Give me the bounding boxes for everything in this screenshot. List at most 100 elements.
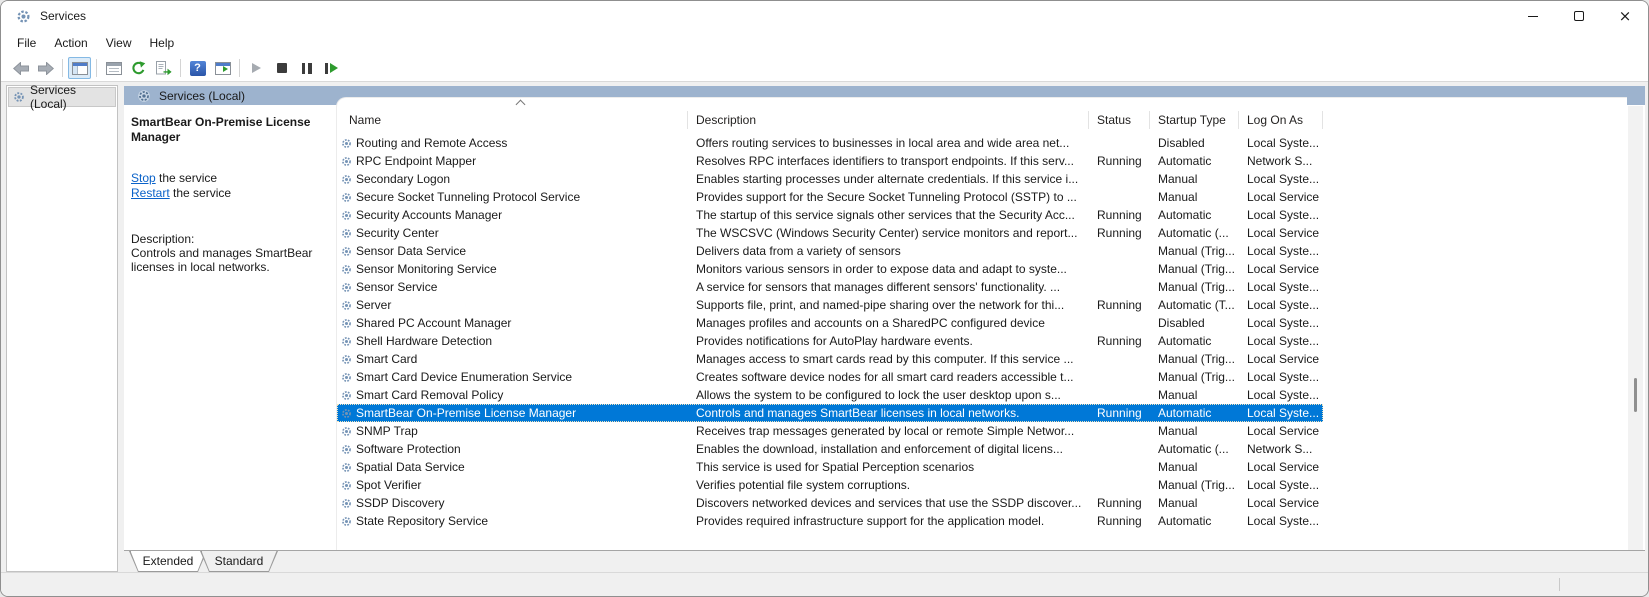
- column-header-description[interactable]: Description: [688, 111, 1089, 129]
- service-name-cell: Shell Hardware Detection: [337, 332, 688, 350]
- service-name: Sensor Service: [356, 280, 438, 294]
- service-description: Verifies potential file system corruptio…: [696, 478, 911, 492]
- statusbar-divider: [1559, 578, 1560, 591]
- service-name: Spatial Data Service: [356, 460, 465, 474]
- service-row[interactable]: Sensor Monitoring Service Monitors variou…: [337, 260, 1323, 278]
- stop-service-line: Stop the service: [131, 171, 329, 186]
- service-row[interactable]: SSDP Discovery Discovers networked device…: [337, 494, 1323, 512]
- column-header-status[interactable]: Status: [1089, 111, 1150, 129]
- service-row[interactable]: Server Supports file, print, and named-pi…: [337, 296, 1323, 314]
- vertical-scrollbar[interactable]: [1628, 106, 1643, 550]
- service-name-cell: Shared PC Account Manager: [337, 314, 688, 332]
- tab-extended[interactable]: Extended: [129, 551, 207, 572]
- service-name-cell: Sensor Service: [337, 278, 688, 296]
- service-gear-icon: [341, 336, 352, 347]
- service-status: [1089, 188, 1150, 206]
- service-status: [1089, 440, 1150, 458]
- service-row[interactable]: Sensor Data Service Delivers data from a …: [337, 242, 1323, 260]
- tree-item-services-local[interactable]: Services (Local): [8, 83, 116, 111]
- export-list-button[interactable]: [152, 57, 175, 79]
- close-button[interactable]: ×: [1602, 1, 1648, 31]
- service-status: Running: [1097, 226, 1142, 240]
- pause-service-button[interactable]: [295, 57, 318, 79]
- service-row[interactable]: Spot Verifier Verifies potential file sys…: [337, 476, 1323, 494]
- show-console-tree-button[interactable]: [68, 57, 91, 79]
- service-startup-type: Manual: [1158, 460, 1198, 474]
- service-startup-type: Automatic (...: [1158, 226, 1229, 240]
- service-row[interactable]: Sensor Service A service for sensors that…: [337, 278, 1323, 296]
- services-pane: Services (Local) SmartBear On-Premise Li…: [124, 82, 1645, 572]
- service-row[interactable]: Security Accounts Manager The startup of …: [337, 206, 1323, 224]
- column-header-startup-type[interactable]: Startup Type: [1150, 111, 1239, 129]
- service-row[interactable]: SmartBear On-Premise License Manager Cont…: [337, 404, 1323, 422]
- properties-button[interactable]: [102, 57, 125, 79]
- service-row[interactable]: Shared PC Account Manager Manages profile…: [337, 314, 1323, 332]
- restart-service-button[interactable]: [320, 57, 343, 79]
- service-row[interactable]: Software Protection Enables the download,…: [337, 440, 1323, 458]
- service-description: Discovers networked devices and services…: [696, 496, 1082, 510]
- service-row[interactable]: RPC Endpoint Mapper Resolves RPC interfac…: [337, 152, 1323, 170]
- minimize-button[interactable]: [1510, 1, 1556, 31]
- service-status: Running: [1097, 298, 1142, 312]
- service-startup-type: Automatic: [1158, 208, 1212, 222]
- service-row[interactable]: Spatial Data Service This service is used…: [337, 458, 1323, 476]
- service-row[interactable]: Smart Card Device Enumeration Service Cre…: [337, 368, 1323, 386]
- restart-service-link[interactable]: Restart: [131, 186, 170, 200]
- service-name: Smart Card: [356, 352, 418, 366]
- service-gear-icon: [341, 300, 352, 311]
- start-service-button[interactable]: [245, 57, 268, 79]
- menubar: File Action View Help: [1, 31, 1648, 55]
- service-name: SSDP Discovery: [356, 496, 445, 510]
- service-description: Resolves RPC interfaces identifiers to t…: [696, 154, 1074, 168]
- scrollbar-thumb[interactable]: [1634, 378, 1637, 412]
- service-row[interactable]: Smart Card Manages access to smart cards …: [337, 350, 1323, 368]
- service-row[interactable]: Shell Hardware Detection Provides notific…: [337, 332, 1323, 350]
- service-name-cell: Security Center: [337, 224, 688, 242]
- refresh-button[interactable]: [127, 57, 150, 79]
- view-tabs: Extended Standard: [124, 550, 1645, 572]
- service-row[interactable]: Secondary Logon Enables starting processe…: [337, 170, 1323, 188]
- service-gear-icon: [341, 282, 352, 293]
- service-name: Security Accounts Manager: [356, 208, 503, 222]
- service-description: Allows the system to be configured to lo…: [696, 388, 1061, 402]
- forward-button[interactable]: [34, 57, 57, 79]
- service-startup-type: Automatic (T...: [1158, 298, 1235, 312]
- service-row[interactable]: SNMP Trap Receives trap messages generate…: [337, 422, 1323, 440]
- column-header-name[interactable]: Name: [337, 111, 688, 129]
- service-startup-type: Automatic: [1158, 334, 1212, 348]
- service-description: Creates software device nodes for all sm…: [696, 370, 1074, 384]
- services-list-panel: Name Description Status Startup Type Log On …: [336, 97, 1627, 550]
- show-action-pane-button[interactable]: [211, 57, 234, 79]
- service-row[interactable]: Security Center The WSCSVC (Windows Secur…: [337, 224, 1323, 242]
- service-row[interactable]: Secure Socket Tunneling Protocol Service…: [337, 188, 1323, 206]
- toolbar: ?: [1, 55, 1648, 82]
- minimize-icon: [1528, 15, 1538, 17]
- menu-file[interactable]: File: [8, 33, 45, 53]
- back-button[interactable]: [9, 57, 32, 79]
- service-startup-type: Manual: [1158, 388, 1198, 402]
- service-description: Receives trap messages generated by loca…: [696, 424, 1075, 438]
- column-header-log-on-as[interactable]: Log On As: [1239, 111, 1323, 129]
- service-actions: Stop the service Restart the service: [131, 171, 329, 201]
- service-name: Spot Verifier: [356, 478, 422, 492]
- window-title: Services: [40, 9, 87, 23]
- stop-service-button[interactable]: [270, 57, 293, 79]
- stop-service-link[interactable]: Stop: [131, 171, 156, 185]
- menu-help[interactable]: Help: [141, 33, 184, 53]
- menu-view[interactable]: View: [97, 33, 141, 53]
- menu-action[interactable]: Action: [45, 33, 96, 53]
- window-controls: ×: [1510, 1, 1648, 31]
- properties-icon: [105, 61, 122, 75]
- service-description: Monitors various sensors in order to exp…: [696, 262, 1067, 276]
- service-startup-type: Automatic: [1158, 406, 1212, 420]
- service-row[interactable]: State Repository Service Provides require…: [337, 512, 1323, 530]
- service-rows: Routing and Remote Access Offers routing …: [337, 134, 1627, 530]
- tree-item-label: Services (Local): [30, 83, 77, 111]
- maximize-button[interactable]: [1556, 1, 1602, 31]
- tab-standard[interactable]: Standard: [200, 551, 278, 572]
- service-description: The WSCSVC (Windows Security Center) ser…: [696, 226, 1078, 240]
- service-row[interactable]: Smart Card Removal Policy Allows the syst…: [337, 386, 1323, 404]
- service-status: [1089, 314, 1150, 332]
- service-row[interactable]: Routing and Remote Access Offers routing …: [337, 134, 1323, 152]
- help-button[interactable]: ?: [186, 57, 209, 79]
